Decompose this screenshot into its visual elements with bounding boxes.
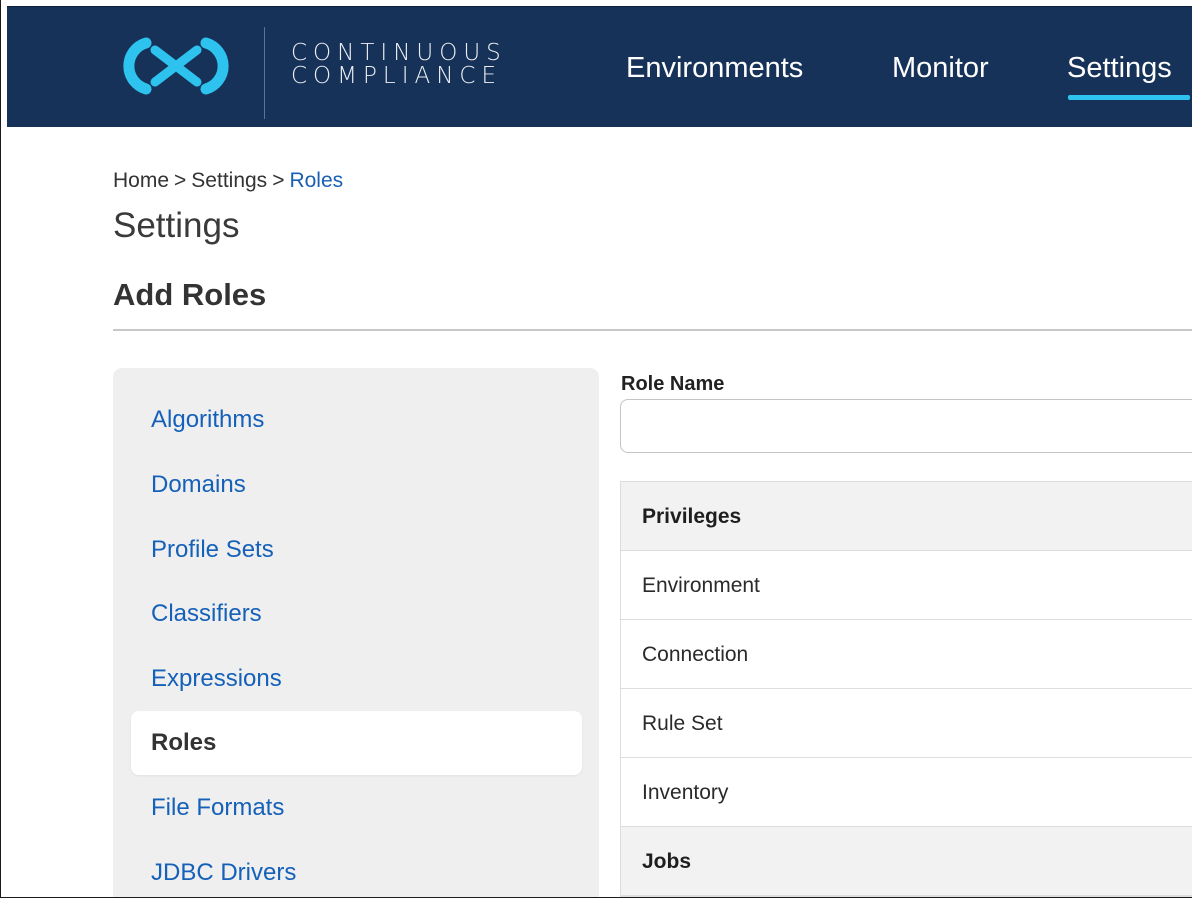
sidebar-item-expressions[interactable]: Expressions bbox=[131, 647, 582, 711]
breadcrumb-home[interactable]: Home bbox=[113, 169, 169, 192]
logo-divider bbox=[264, 27, 265, 119]
nav-settings[interactable]: Settings bbox=[1067, 51, 1172, 85]
brand-line-1: CONTINUOUS bbox=[291, 40, 507, 66]
breadcrumb: Home > Settings > Roles bbox=[113, 168, 343, 194]
brand-line-2: COMPLIANCE bbox=[291, 63, 503, 89]
settings-sidebar: Algorithms Domains Profile Sets Classifi… bbox=[113, 368, 599, 897]
sidebar-item-profile-sets[interactable]: Profile Sets bbox=[131, 518, 582, 582]
role-name-input[interactable] bbox=[620, 399, 1192, 453]
top-navbar: CONTINUOUS COMPLIANCE Environments Monit… bbox=[7, 6, 1192, 127]
sidebar-item-file-formats[interactable]: File Formats bbox=[131, 776, 582, 840]
sidebar-item-domains[interactable]: Domains bbox=[131, 453, 582, 517]
role-name-label: Role Name bbox=[621, 373, 725, 395]
breadcrumb-separator: > bbox=[174, 169, 187, 192]
sidebar-item-roles[interactable]: Roles bbox=[131, 711, 582, 775]
continuous-compliance-logo-icon[interactable] bbox=[118, 37, 234, 95]
page-title: Settings bbox=[113, 206, 240, 245]
privilege-row-inventory: Inventory bbox=[621, 758, 1192, 827]
section-divider bbox=[113, 329, 1192, 331]
breadcrumb-separator: > bbox=[272, 169, 285, 192]
privileges-header: Privileges bbox=[621, 482, 1192, 551]
section-title: Add Roles bbox=[113, 277, 267, 312]
brand-wordmark: CONTINUOUS COMPLIANCE bbox=[291, 42, 507, 88]
nav-active-indicator bbox=[1068, 95, 1190, 100]
nav-monitor[interactable]: Monitor bbox=[892, 51, 989, 85]
breadcrumb-roles[interactable]: Roles bbox=[289, 169, 343, 192]
breadcrumb-settings[interactable]: Settings bbox=[191, 169, 267, 192]
privileges-table: Privileges Environment Connection Rule S… bbox=[620, 481, 1192, 897]
nav-environments[interactable]: Environments bbox=[626, 51, 803, 85]
sidebar-item-jdbc-drivers[interactable]: JDBC Drivers bbox=[131, 841, 582, 897]
sidebar-item-algorithms[interactable]: Algorithms bbox=[131, 388, 582, 452]
sidebar-item-classifiers[interactable]: Classifiers bbox=[131, 582, 582, 646]
privilege-row-environment: Environment bbox=[621, 551, 1192, 620]
privilege-row-rule-set: Rule Set bbox=[621, 689, 1192, 758]
privilege-row-connection: Connection bbox=[621, 620, 1192, 689]
jobs-header: Jobs bbox=[621, 827, 1192, 896]
page-frame: CONTINUOUS COMPLIANCE Environments Monit… bbox=[0, 0, 1192, 898]
